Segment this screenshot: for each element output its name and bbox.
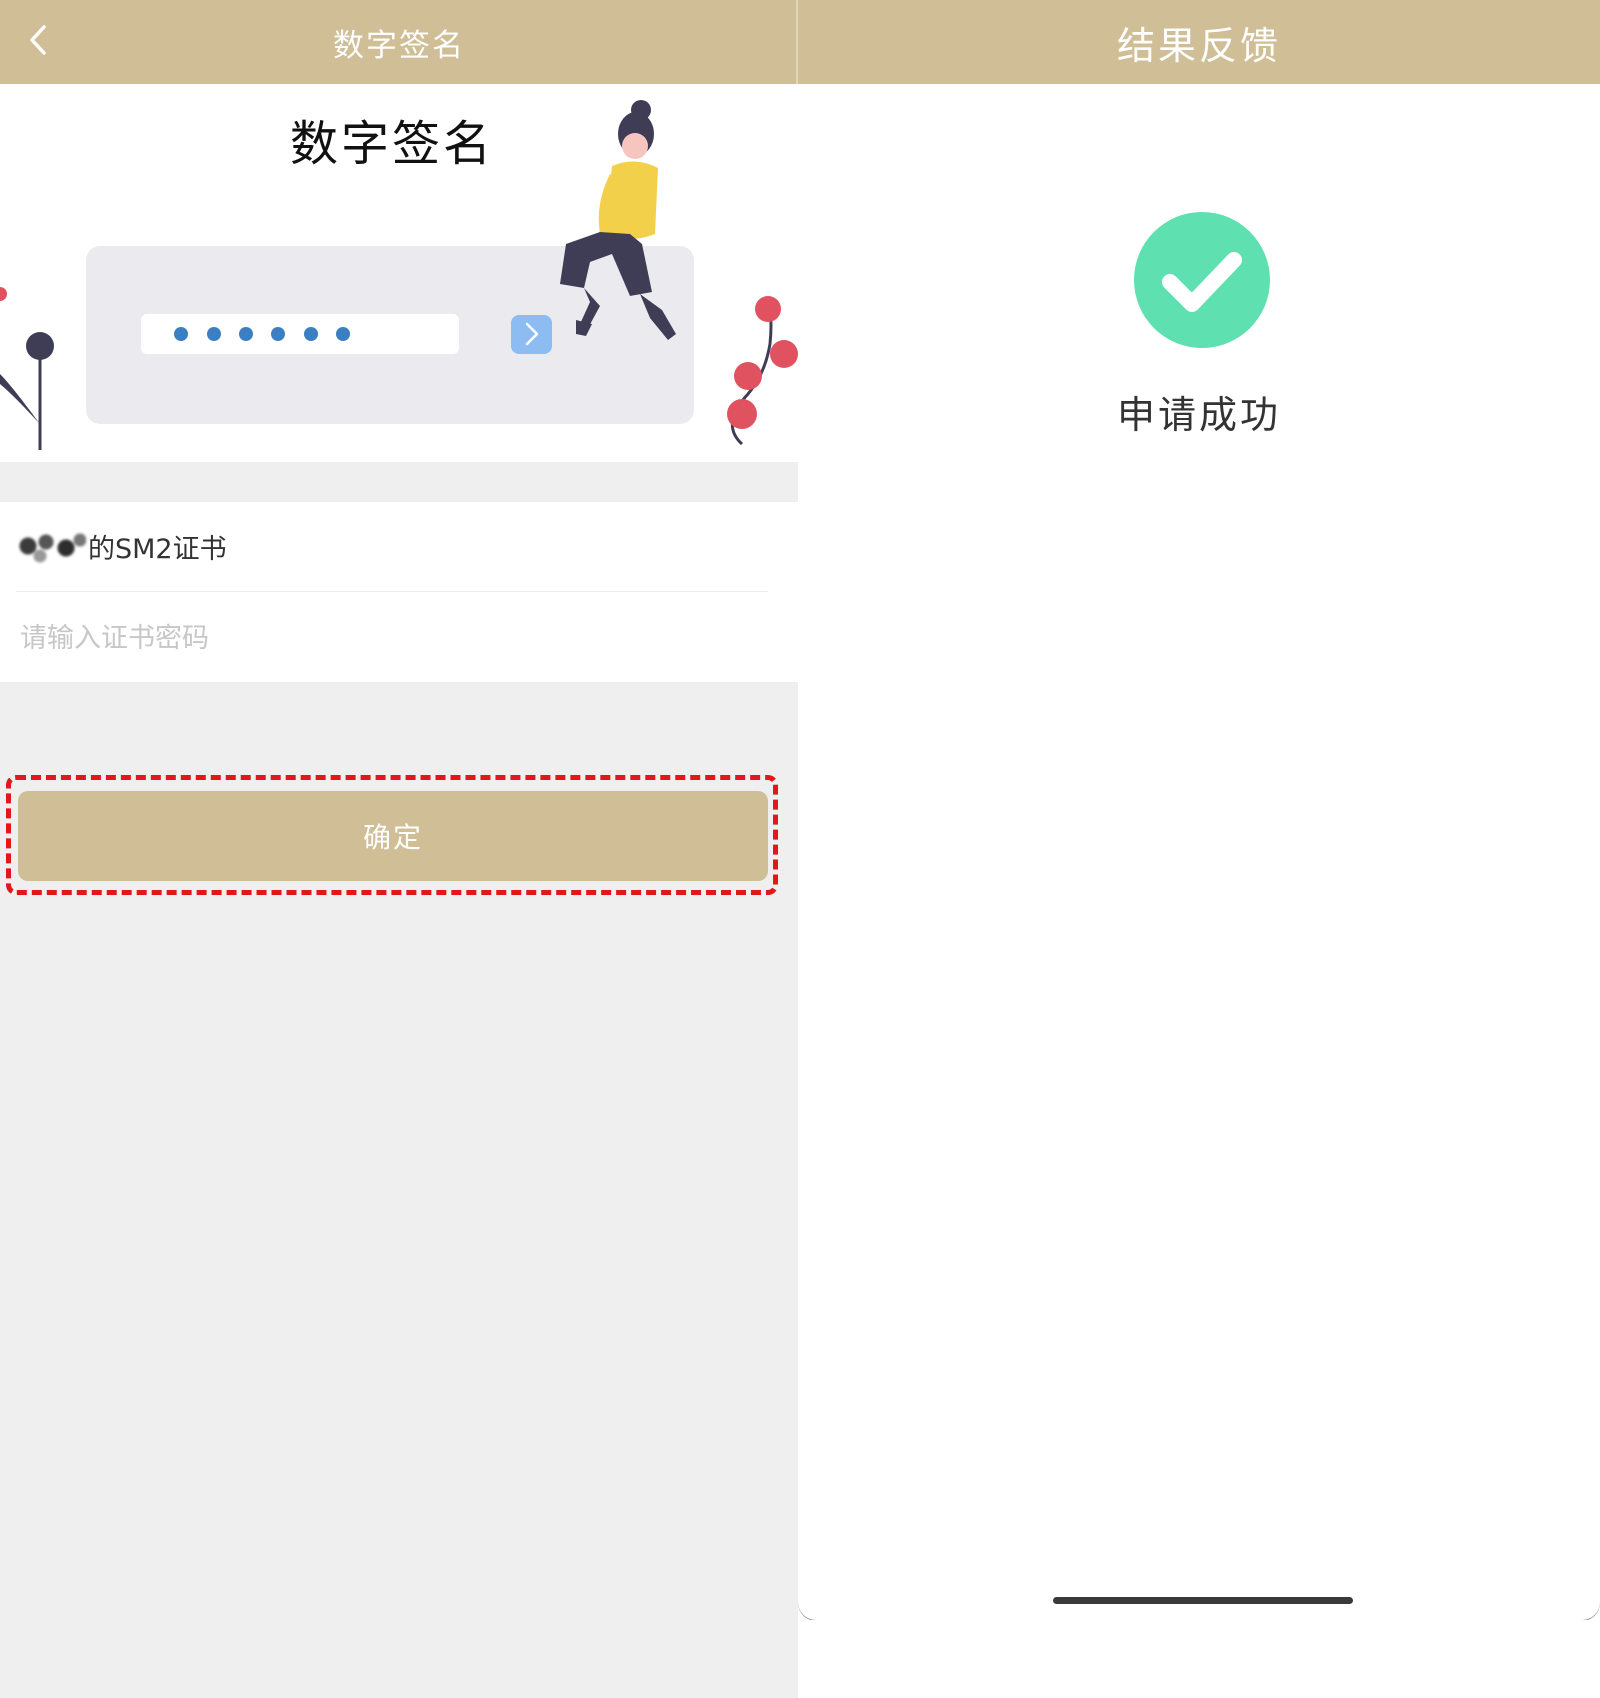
certificate-row[interactable]: 的SM2证书 [16, 502, 768, 592]
check-circle-icon [1134, 212, 1270, 348]
result-message: 申请成功 [1116, 393, 1281, 437]
chevron-left-icon[interactable] [24, 20, 54, 60]
redacted-name-image [16, 527, 86, 566]
certificate-form: 的SM2证书 [0, 502, 798, 682]
home-indicator[interactable] [1053, 1597, 1353, 1604]
page-title: 数字签名 [333, 27, 465, 64]
digital-signature-screen: 数字签名 数字签名 的SM2证书 确定 [0, 0, 798, 1698]
result-feedback-screen: 结果反馈 申请成功 [798, 0, 1600, 1620]
hero-title: 数字签名 [289, 116, 494, 172]
hero-banner: 数字签名 [0, 84, 798, 462]
confirm-button[interactable]: 确定 [18, 791, 768, 881]
certificate-label: 的SM2证书 [88, 534, 227, 565]
bottom-area [798, 1620, 1600, 1698]
certificate-password-input[interactable] [16, 594, 768, 682]
nav-header: 数字签名 [0, 0, 798, 84]
nav-header: 结果反馈 [798, 0, 1600, 84]
page-title: 结果反馈 [1116, 23, 1281, 68]
